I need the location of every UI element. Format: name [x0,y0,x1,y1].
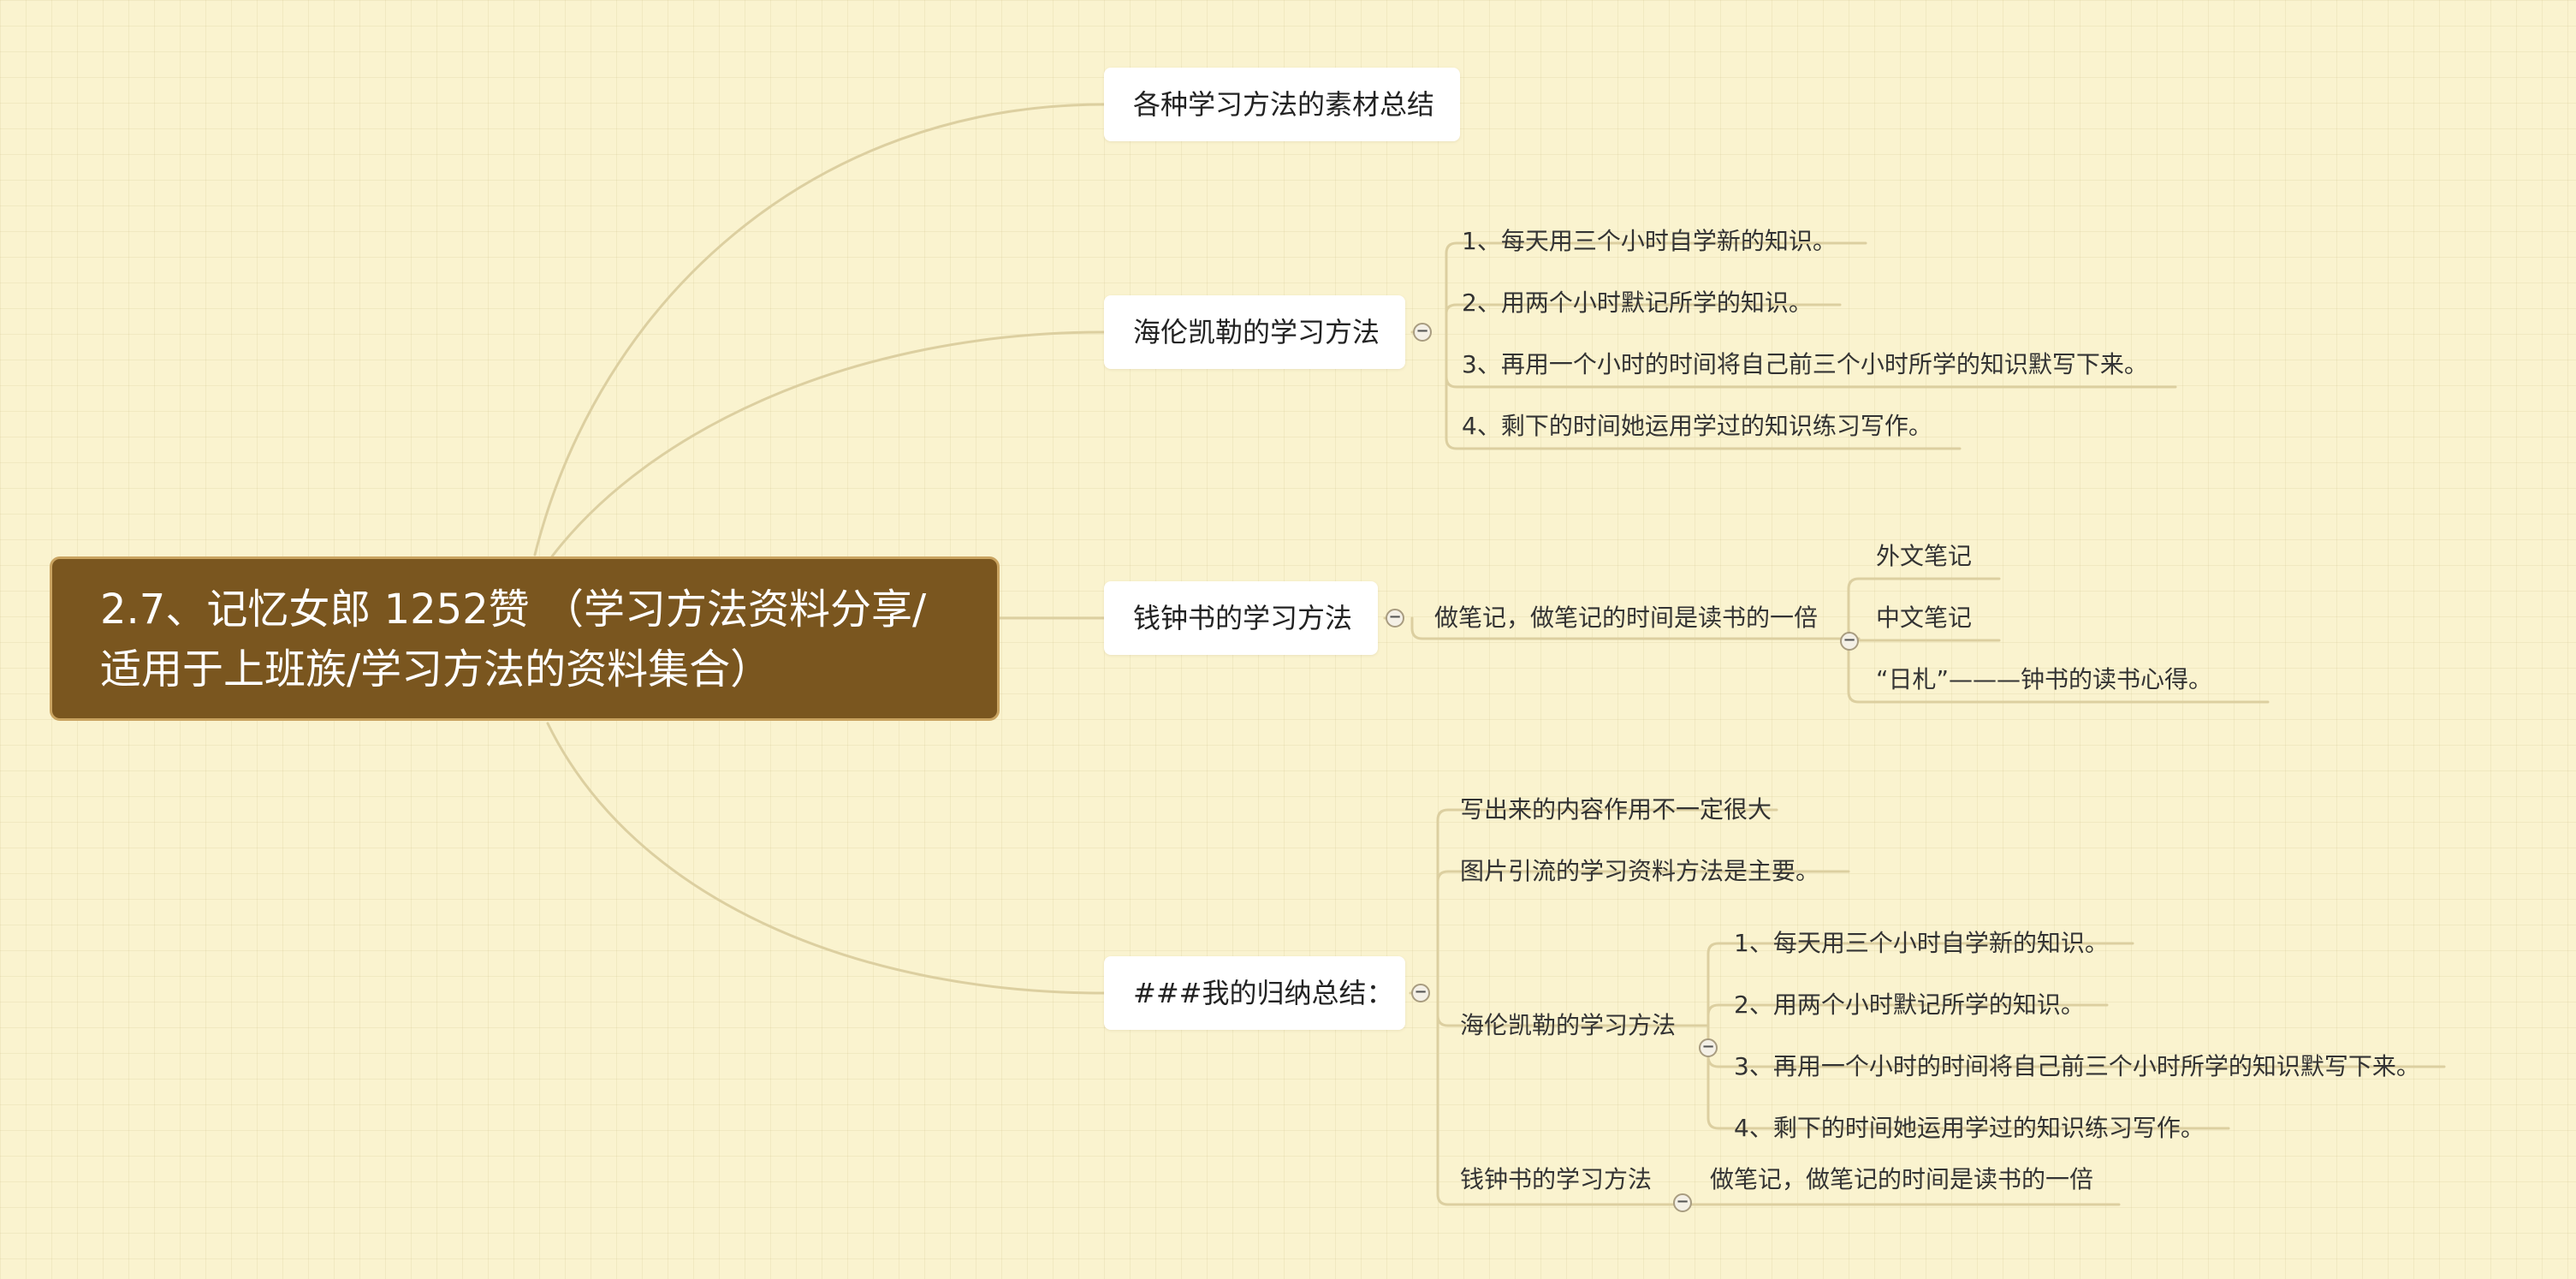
summary-keller-title[interactable]: 海伦凯勒的学习方法 [1460,1002,1676,1050]
keller-item-3[interactable]: 3、再用一个小时的时间将自己前三个小时所学的知识默写下来。 [1462,341,2148,389]
keller-item-2[interactable]: 2、用两个小时默记所学的知识。 [1462,279,1813,327]
collapse-qian-note-button[interactable]: − [1840,632,1859,651]
summary-keller-item-3[interactable]: 3、再用一个小时的时间将自己前三个小时所学的知识默写下来。 [1734,1043,2420,1091]
summary-qian-note[interactable]: 做笔记，做笔记的时间是读书的一倍 [1710,1156,2093,1204]
topic-summary[interactable]: ###我的归纳总结： [1104,956,1405,1030]
summary-qian-title[interactable]: 钱钟书的学习方法 [1460,1156,1652,1204]
collapse-summary-qian-button[interactable]: − [1673,1193,1692,1212]
central-topic[interactable]: 2.7、记忆女郎 1252赞 （学习方法资料分享/ 适用于上班族/学习方法的资料… [50,556,1000,721]
qian-note[interactable]: 做笔记，做笔记的时间是读书的一倍 [1434,594,1818,642]
qian-item-foreign-notes[interactable]: 外文笔记 [1876,532,1972,580]
keller-item-4[interactable]: 4、剩下的时间她运用学过的知识练习写作。 [1462,402,1932,450]
summary-point-2[interactable]: 图片引流的学习资料方法是主要。 [1460,848,1819,895]
topic-qian[interactable]: 钱钟书的学习方法 [1104,581,1378,655]
collapse-summary-button[interactable]: − [1411,984,1430,1002]
summary-keller-item-4[interactable]: 4、剩下的时间她运用学过的知识练习写作。 [1734,1104,2205,1152]
keller-item-1[interactable]: 1、每天用三个小时自学新的知识。 [1462,217,1837,265]
qian-item-chinese-notes[interactable]: 中文笔记 [1876,594,1972,642]
topic-materials[interactable]: 各种学习方法的素材总结 [1104,68,1460,141]
summary-point-1[interactable]: 写出来的内容作用不一定很大 [1460,786,1772,834]
collapse-summary-keller-button[interactable]: − [1699,1038,1718,1057]
qian-item-rizha[interactable]: “日札”———钟书的读书心得。 [1876,656,2212,704]
collapse-qian-button[interactable]: − [1386,609,1404,628]
collapse-keller-button[interactable]: − [1413,323,1432,342]
summary-keller-item-1[interactable]: 1、每天用三个小时自学新的知识。 [1734,919,2109,967]
summary-keller-item-2[interactable]: 2、用两个小时默记所学的知识。 [1734,981,2085,1029]
topic-keller[interactable]: 海伦凯勒的学习方法 [1104,295,1405,369]
